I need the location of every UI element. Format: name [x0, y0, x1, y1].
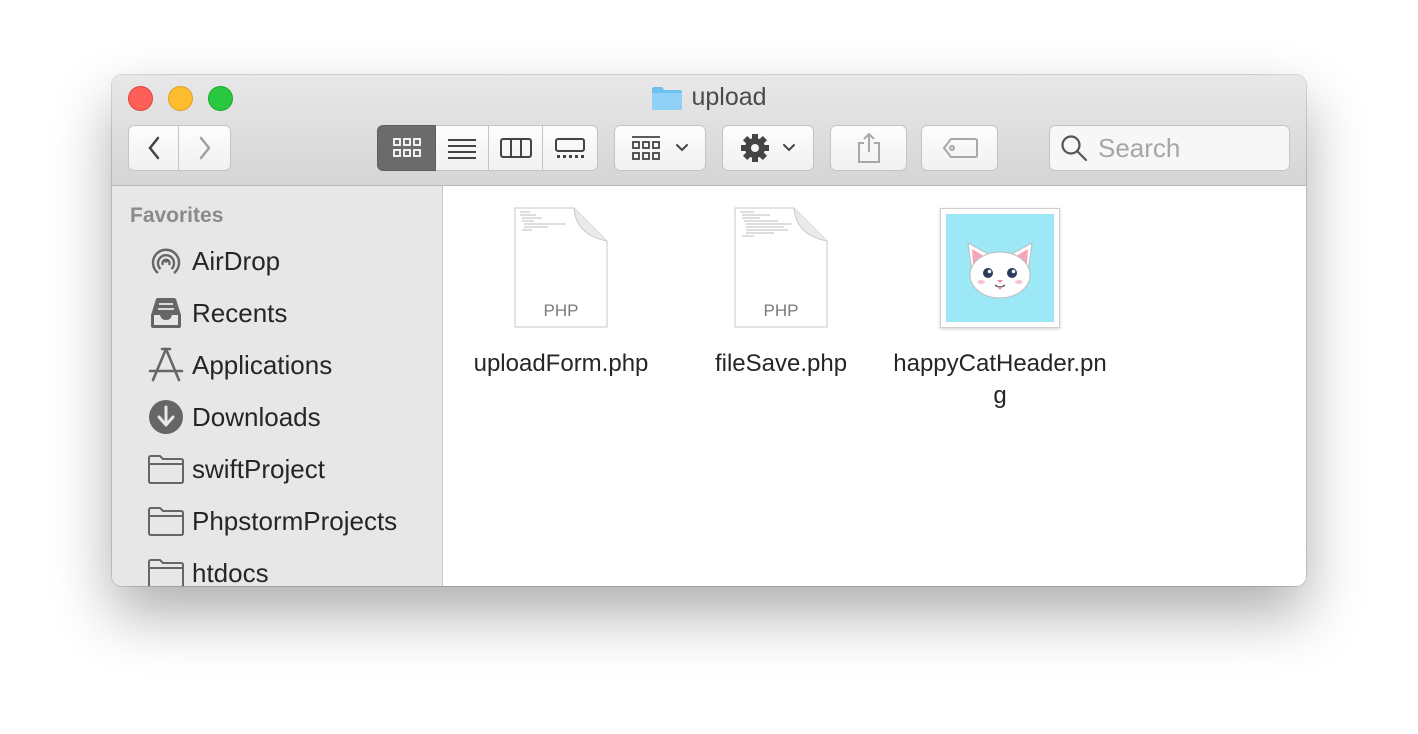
gear-icon	[741, 134, 769, 162]
file-name: happyCatHeader.png	[893, 350, 1107, 409]
columns-icon	[499, 138, 532, 158]
magnifier-icon	[1061, 135, 1088, 162]
airdrop-icon	[146, 241, 186, 281]
window-title-bar: upload	[112, 83, 1306, 112]
back-button[interactable]	[128, 125, 179, 171]
file-item[interactable]: happyCatHeader.png	[890, 204, 1110, 412]
chevron-down-icon	[676, 144, 688, 152]
grid-icon	[392, 138, 421, 157]
sidebar-item-label: AirDrop	[192, 245, 281, 276]
php-document-icon: PHP	[514, 207, 608, 328]
php-document-icon: PHP	[734, 207, 828, 328]
sidebar-item-label: swiftProject	[192, 453, 325, 484]
applications-icon	[146, 345, 186, 385]
sidebar-item-htdocs[interactable]: htdocs	[146, 553, 269, 586]
file-thumbnail	[940, 204, 1060, 328]
file-thumbnail: PHP	[734, 204, 828, 328]
sidebar: Favorites AirDrop Recents Applications D…	[112, 186, 443, 586]
gallery-icon	[555, 138, 585, 158]
share-button[interactable]	[830, 125, 907, 171]
sidebar-item-label: Recents	[192, 297, 288, 328]
action-button[interactable]	[722, 125, 814, 171]
tag-button[interactable]	[921, 125, 998, 171]
sidebar-item-downloads[interactable]: Downloads	[146, 397, 321, 437]
file-item[interactable]: PHP uploadForm.php	[451, 204, 671, 380]
chevron-right-icon	[199, 136, 211, 160]
nav-buttons	[128, 125, 231, 171]
folder-icon	[652, 86, 683, 110]
share-icon	[857, 132, 880, 163]
folder-icon	[146, 449, 186, 489]
downloads-icon	[146, 397, 186, 437]
sidebar-item-label: Applications	[192, 349, 333, 380]
recents-icon	[146, 293, 186, 333]
sidebar-item-swiftproject[interactable]: swiftProject	[146, 449, 325, 489]
file-name: uploadForm.php	[473, 350, 649, 377]
sidebar-item-phpstormprojects[interactable]: PhpstormProjects	[146, 501, 397, 541]
tag-icon	[942, 138, 978, 158]
folder-icon	[146, 553, 186, 586]
gallery-view-button[interactable]	[543, 125, 598, 171]
search-field[interactable]	[1049, 125, 1290, 171]
chevron-down-icon	[783, 144, 795, 152]
list-view-button[interactable]	[436, 125, 489, 171]
view-mode-control	[377, 125, 598, 171]
group-by-button[interactable]	[614, 125, 706, 171]
forward-button[interactable]	[179, 125, 231, 171]
folder-icon	[146, 501, 186, 541]
column-view-button[interactable]	[489, 125, 543, 171]
sidebar-item-recents[interactable]: Recents	[146, 293, 287, 333]
file-browser: PHP uploadForm.php PHP fileSave.php happ…	[443, 186, 1306, 586]
file-type-label: PHP	[763, 301, 799, 320]
file-name: fileSave.php	[714, 350, 848, 377]
sidebar-heading-favorites: Favorites	[130, 204, 224, 227]
chevron-left-icon	[147, 136, 159, 160]
search-input[interactable]	[1096, 131, 1276, 165]
window-title: upload	[691, 83, 767, 111]
finder-window: upload Search Favorites AirDrop Recents …	[112, 75, 1306, 586]
file-thumbnail: PHP	[514, 204, 608, 328]
icon-view-button[interactable]	[377, 125, 436, 171]
file-item[interactable]: PHP fileSave.php	[671, 204, 891, 380]
sidebar-item-label: Downloads	[192, 401, 321, 432]
sidebar-item-label: PhpstormProjects	[192, 505, 398, 536]
file-type-label: PHP	[543, 301, 579, 320]
sidebar-item-airdrop[interactable]: AirDrop	[146, 241, 280, 281]
titlebar: upload	[112, 75, 1306, 186]
sidebar-item-applications[interactable]: Applications	[146, 345, 332, 385]
image-thumbnail	[940, 208, 1060, 328]
group-icon	[632, 136, 660, 160]
cat-face-image	[967, 242, 1033, 299]
sidebar-item-label: htdocs	[192, 557, 269, 587]
list-icon	[448, 139, 476, 159]
